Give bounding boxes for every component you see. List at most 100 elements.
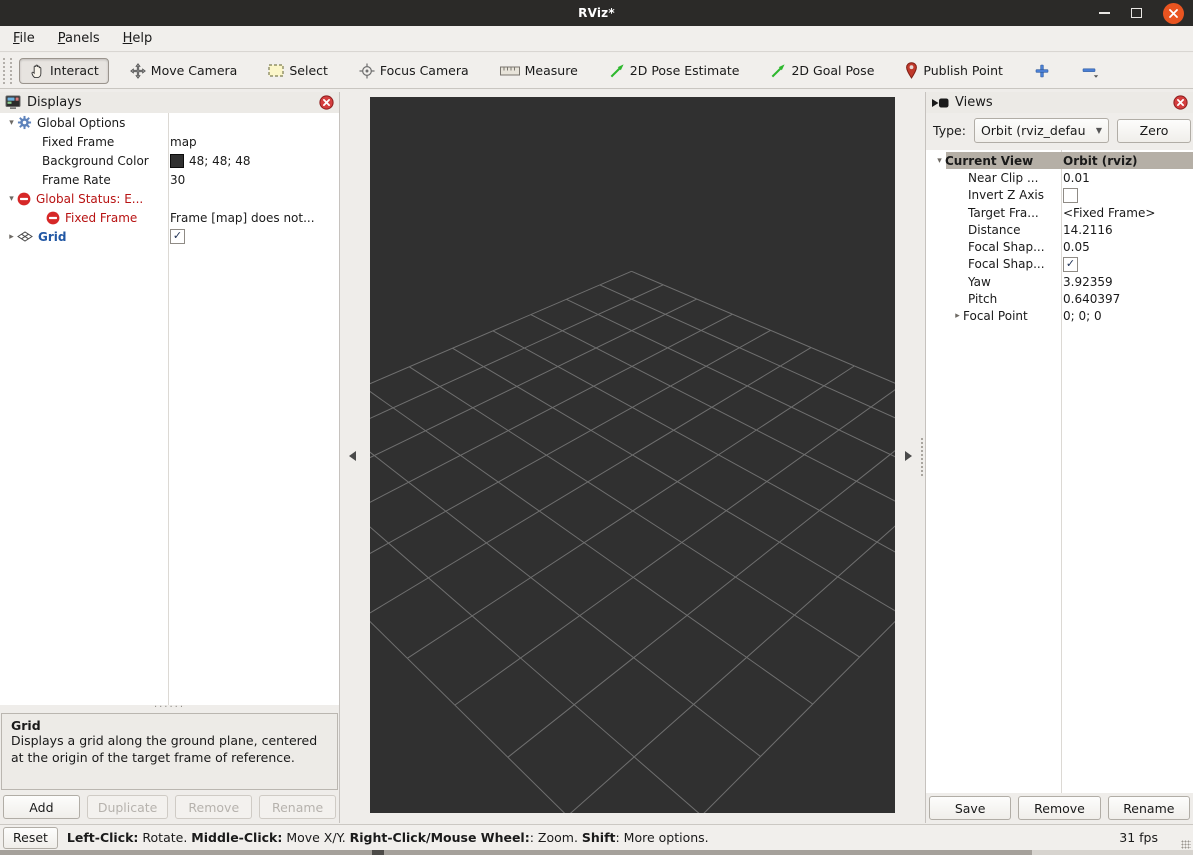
chevron-right-icon[interactable]: ▸ bbox=[6, 232, 17, 242]
maximize-icon[interactable] bbox=[1131, 8, 1142, 18]
views-splitter-handle[interactable] bbox=[921, 438, 923, 476]
toolbar-button-label: Publish Point bbox=[923, 63, 1003, 78]
views-rename-button[interactable]: Rename bbox=[1108, 796, 1190, 820]
views-save-button[interactable]: Save bbox=[929, 796, 1011, 820]
zero-button[interactable]: Zero bbox=[1117, 119, 1191, 143]
toolbar-button-interact[interactable]: Interact bbox=[19, 58, 109, 84]
property-label: Global Options bbox=[37, 116, 125, 130]
views-row-distance-4[interactable]: Distance14.2116 bbox=[926, 221, 1193, 238]
views-row-target-fra-3[interactable]: Target Fra...<Fixed Frame> bbox=[926, 204, 1193, 221]
description-body: Displays a grid along the ground plane, … bbox=[11, 733, 328, 766]
collapse-left-panel-icon[interactable] bbox=[349, 451, 356, 461]
displays-row-fixed-frame-1[interactable]: Fixed Frame map bbox=[0, 132, 339, 151]
property-value[interactable]: 3.92359 bbox=[1063, 275, 1113, 289]
property-value[interactable]: 0; 0; 0 bbox=[1063, 309, 1102, 323]
interact-icon bbox=[29, 63, 45, 79]
toolbar-button-2d-pose-estimate[interactable]: 2D Pose Estimate bbox=[599, 58, 750, 84]
view-type-row: Type: Orbit (rviz_defau ▼ Zero bbox=[933, 117, 1191, 144]
checkbox-checked[interactable]: ✓ bbox=[1063, 257, 1078, 272]
views-row-yaw-7[interactable]: Yaw3.92359 bbox=[926, 273, 1193, 290]
view-type-value: Orbit (rviz_defau bbox=[981, 123, 1086, 138]
displays-row-frame-rate-3[interactable]: Frame Rate30 bbox=[0, 170, 339, 189]
toolbar-drag-handle[interactable] bbox=[3, 58, 12, 84]
close-icon[interactable] bbox=[1163, 3, 1184, 24]
displays-close-icon[interactable] bbox=[319, 95, 334, 110]
toolbar: Interact Move Camera Select Focus Camera Mea… bbox=[0, 53, 1193, 89]
window-titlebar[interactable]: RViz* bbox=[0, 0, 1193, 26]
toolbar-button-move-camera[interactable]: Move Camera bbox=[120, 58, 248, 84]
views-row-pitch-8[interactable]: Pitch 0.640397 bbox=[926, 290, 1193, 307]
views-row-focal-shap-6[interactable]: Focal Shap...✓ bbox=[926, 256, 1193, 273]
displays-row-fixed-frame-5[interactable]: Fixed FrameFrame [map] does not... bbox=[0, 208, 339, 227]
property-value[interactable]: 0.05 bbox=[1063, 240, 1090, 254]
property-value[interactable]: 48; 48; 48 bbox=[170, 154, 251, 168]
toolbar-button-add-tool[interactable] bbox=[1024, 58, 1060, 84]
view-type-dropdown[interactable]: Orbit (rviz_defau ▼ bbox=[974, 118, 1109, 143]
property-value[interactable]: Frame [map] does not... bbox=[170, 211, 315, 225]
views-remove-button[interactable]: Remove bbox=[1018, 796, 1100, 820]
views-panel-header[interactable]: Views bbox=[926, 92, 1193, 113]
displays-rename-button[interactable]: Rename bbox=[259, 795, 336, 819]
displays-row-grid-6[interactable]: ▸Grid✓ bbox=[0, 227, 339, 246]
property-value[interactable]: 14.2116 bbox=[1063, 223, 1113, 237]
displays-remove-button[interactable]: Remove bbox=[175, 795, 252, 819]
displays-splitter-handle[interactable]: ······ bbox=[0, 704, 339, 712]
views-row-near-clip-1[interactable]: Near Clip ...0.01 bbox=[926, 169, 1193, 186]
property-value[interactable] bbox=[1063, 188, 1078, 203]
value-text: map bbox=[170, 135, 197, 149]
property-value[interactable]: map bbox=[170, 135, 197, 149]
value-text: 30 bbox=[170, 173, 185, 187]
displays-row-global-status-e-4[interactable]: ▾Global Status: E... bbox=[0, 189, 339, 208]
toolbar-button-publish-point[interactable]: Publish Point bbox=[895, 57, 1013, 84]
menu-panels[interactable]: Panels bbox=[53, 29, 105, 48]
views-row-current-view-0[interactable]: ▾Current ViewOrbit (rviz) bbox=[926, 152, 1193, 169]
views-row-invert-z-axis-2[interactable]: Invert Z Axis bbox=[926, 187, 1193, 204]
add-tool-icon bbox=[1034, 63, 1050, 79]
horizontal-scrollbar[interactable] bbox=[0, 850, 1193, 855]
displays-tree: ▾ Global Options Fixed Frame map Background … bbox=[0, 113, 339, 705]
property-value[interactable]: ✓ bbox=[170, 229, 185, 244]
fps-counter: 31 fps bbox=[1119, 830, 1158, 845]
minimize-icon[interactable] bbox=[1099, 12, 1110, 14]
displays-duplicate-button[interactable]: Duplicate bbox=[87, 795, 169, 819]
toolbar-button-2d-goal-pose[interactable]: 2D Goal Pose bbox=[760, 58, 884, 84]
displays-panel-header[interactable]: Displays bbox=[0, 92, 339, 113]
publish-point-icon bbox=[905, 62, 918, 79]
checkbox-checked[interactable]: ✓ bbox=[170, 229, 185, 244]
3d-viewport[interactable] bbox=[370, 97, 895, 813]
property-label: Fixed Frame bbox=[42, 135, 114, 149]
toolbar-button-select[interactable]: Select bbox=[258, 58, 338, 83]
views-row-focal-shap-5[interactable]: Focal Shap...0.05 bbox=[926, 238, 1193, 255]
chevron-down-icon[interactable]: ▾ bbox=[934, 156, 945, 166]
chevron-down-icon[interactable]: ▾ bbox=[6, 194, 17, 204]
displays-panel: Displays ▾ Global Options Fixed Frame map Ba… bbox=[0, 92, 340, 823]
menu-file[interactable]: File bbox=[8, 29, 40, 48]
property-value[interactable]: 30 bbox=[170, 173, 185, 187]
property-label: Pitch bbox=[968, 292, 997, 306]
property-value[interactable]: <Fixed Frame> bbox=[1063, 206, 1155, 220]
displays-add-button[interactable]: Add bbox=[3, 795, 80, 819]
chevron-right-icon[interactable]: ▸ bbox=[952, 311, 963, 321]
property-value[interactable]: ✓ bbox=[1063, 257, 1078, 272]
checkbox-unchecked[interactable] bbox=[1063, 188, 1078, 203]
property-label: Focal Point bbox=[963, 309, 1028, 323]
views-close-icon[interactable] bbox=[1173, 95, 1188, 110]
views-row-focal-point-9[interactable]: ▸Focal Point 0; 0; 0 bbox=[926, 308, 1193, 325]
toolbar-button-focus-camera[interactable]: Focus Camera bbox=[349, 58, 479, 84]
value-text: Orbit (rviz) bbox=[1063, 154, 1138, 168]
displays-row-background-color-2[interactable]: Background Color48; 48; 48 bbox=[0, 151, 339, 170]
toolbar-button-remove-tool[interactable] bbox=[1071, 58, 1109, 84]
property-value[interactable]: 0.640397 bbox=[1063, 292, 1120, 306]
toolbar-button-measure[interactable]: Measure bbox=[490, 58, 588, 83]
property-value[interactable]: 0.01 bbox=[1063, 171, 1090, 185]
displays-row-global-options-0[interactable]: ▾ Global Options bbox=[0, 113, 339, 132]
chevron-down-icon[interactable]: ▾ bbox=[6, 118, 17, 128]
scrollbar-handle[interactable] bbox=[0, 850, 1032, 855]
property-value[interactable]: Orbit (rviz) bbox=[1063, 154, 1138, 168]
reset-button[interactable]: Reset bbox=[3, 827, 58, 849]
resize-grip-icon[interactable] bbox=[1181, 840, 1191, 849]
collapse-right-panel-icon[interactable] bbox=[905, 451, 912, 461]
toolbar-button-label: Move Camera bbox=[151, 63, 238, 78]
error-icon bbox=[17, 192, 31, 206]
menu-help[interactable]: Help bbox=[118, 29, 158, 48]
